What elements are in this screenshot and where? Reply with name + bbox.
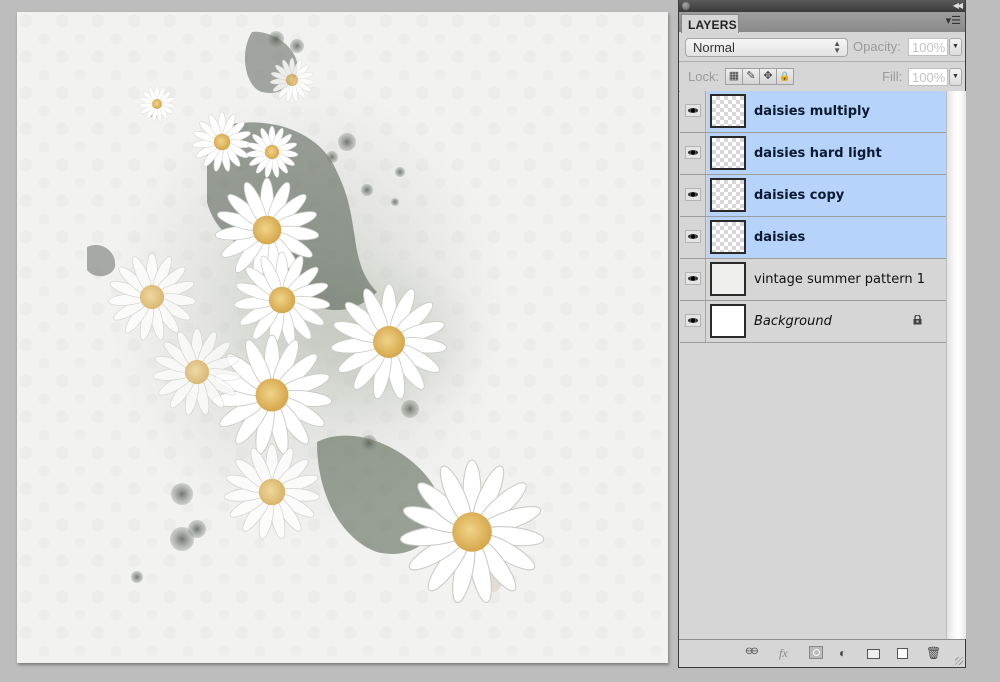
delete-layer-trash-icon[interactable]: 🗑: [926, 646, 941, 660]
opacity-label: Opacity:: [853, 39, 901, 54]
close-panel-icon[interactable]: [682, 2, 690, 10]
layer-name[interactable]: Background: [754, 314, 832, 329]
updown-arrows-icon: ▲ ▼: [833, 39, 841, 55]
fill-label: Fill:: [882, 69, 903, 84]
opacity-dropdown-button[interactable]: ▼: [949, 38, 962, 56]
blend-options-row: Normal ▲ ▼ Opacity: 100% ▼: [679, 32, 965, 62]
resize-grip[interactable]: [955, 657, 963, 665]
fill-dropdown-button[interactable]: ▼: [949, 68, 962, 86]
layer-thumbnail: [710, 262, 746, 296]
layer-name[interactable]: daisies: [754, 230, 805, 245]
panel-tab-bar: LAYERS ▾☰: [679, 12, 965, 33]
visibility-eye-icon[interactable]: [685, 146, 701, 159]
collapse-panel-icon[interactable]: ◀◀: [953, 0, 963, 12]
layer-thumbnail: [710, 94, 746, 128]
panel-footer-toolbar: ⊖⊖ fx ◐ 🗑: [679, 639, 965, 667]
layers-list: daisies multiply daisies hard light dais…: [680, 91, 946, 343]
tab-layers[interactable]: LAYERS: [681, 14, 739, 33]
layer-name[interactable]: daisies hard light: [754, 146, 882, 161]
layer-thumbnail: [710, 304, 746, 338]
link-layers-icon[interactable]: ⊖⊖: [745, 646, 759, 660]
fill-input[interactable]: 100%: [908, 68, 948, 86]
panel-menu-icon[interactable]: ▾☰: [946, 15, 961, 27]
lock-all-button[interactable]: 🔒: [776, 68, 794, 85]
layer-row[interactable]: daisies hard light: [680, 133, 946, 175]
layer-row[interactable]: Background: [680, 301, 946, 343]
layer-thumbnail: [710, 136, 746, 170]
layer-name[interactable]: vintage summer pattern 1: [754, 272, 925, 287]
new-layer-icon[interactable]: [897, 648, 908, 659]
layer-name[interactable]: daisies multiply: [754, 104, 870, 119]
layers-scrollbar[interactable]: [946, 91, 966, 639]
lock-row: Lock: ▦ ✎ ✥ 🔒 Fill: 100% ▼: [679, 62, 965, 92]
visibility-eye-icon[interactable]: [685, 104, 701, 117]
panel-title-bar[interactable]: ◀◀: [679, 0, 965, 12]
checkerboard-icon: ▦: [728, 70, 740, 82]
visibility-eye-icon[interactable]: [685, 314, 701, 327]
layer-row[interactable]: vintage summer pattern 1: [680, 259, 946, 301]
lock-label: Lock:: [688, 69, 720, 84]
layer-row[interactable]: daisies copy: [680, 175, 946, 217]
new-group-folder-icon[interactable]: [867, 649, 880, 659]
layer-name[interactable]: daisies copy: [754, 188, 844, 203]
visibility-eye-icon[interactable]: [685, 272, 701, 285]
opacity-input[interactable]: 100%: [908, 38, 948, 56]
lock-image-pixels-button[interactable]: ✎: [742, 68, 760, 85]
move-icon: ✥: [763, 70, 773, 82]
blend-mode-select[interactable]: Normal ▲ ▼: [685, 38, 848, 57]
new-adjustment-layer-icon[interactable]: ◐: [839, 646, 846, 660]
lock-icon: 🔒: [779, 71, 791, 81]
layer-thumbnail: [710, 220, 746, 254]
add-layer-style-icon[interactable]: fx: [779, 646, 788, 660]
layers-panel: ◀◀ LAYERS ▾☰ Normal ▲ ▼ Opacity: 100% ▼ L…: [678, 0, 966, 668]
blend-mode-value: Normal: [693, 40, 735, 55]
layer-thumbnail: [710, 178, 746, 212]
lock-position-button[interactable]: ✥: [759, 68, 777, 85]
document-canvas[interactable]: [17, 12, 668, 663]
daisies-artwork: [87, 31, 546, 606]
layer-row[interactable]: daisies: [680, 217, 946, 259]
add-layer-mask-icon[interactable]: [809, 646, 823, 659]
visibility-eye-icon[interactable]: [685, 188, 701, 201]
visibility-eye-icon[interactable]: [685, 230, 701, 243]
brush-icon: ✎: [746, 70, 756, 82]
layer-row[interactable]: daisies multiply: [680, 91, 946, 133]
lock-transparent-pixels-button[interactable]: ▦: [725, 68, 743, 85]
layer-lock-icon: [913, 315, 922, 325]
